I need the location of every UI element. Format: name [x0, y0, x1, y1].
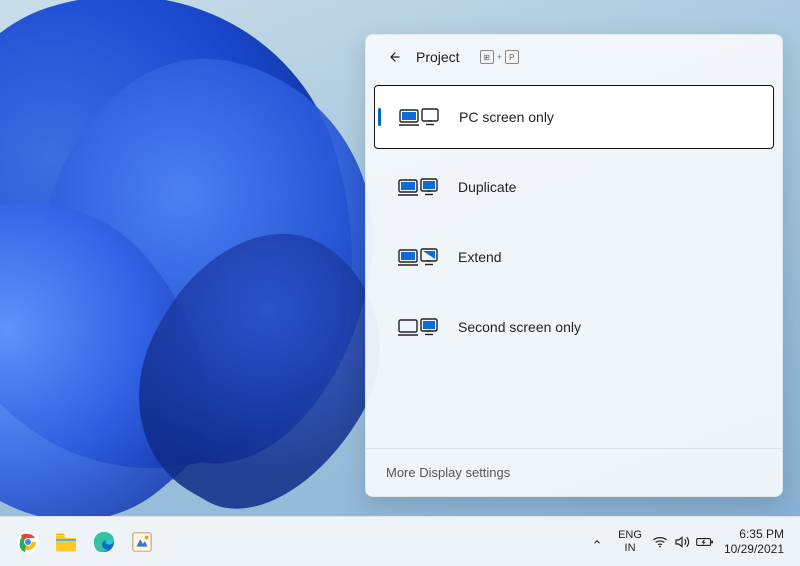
option-extend[interactable]: Extend	[374, 225, 774, 289]
keyboard-layout-code: IN	[618, 542, 642, 554]
clock-date-text: 10/29/2021	[724, 542, 784, 556]
second-only-icon	[398, 316, 438, 338]
win-key-icon: ⊞	[480, 50, 494, 64]
p-key-icon: P	[505, 50, 519, 64]
taskbar-pinned-apps	[0, 526, 158, 558]
option-pc-screen-only[interactable]: PC screen only	[374, 85, 774, 149]
battery-icon	[696, 536, 714, 548]
plus-icon: +	[497, 52, 502, 62]
wifi-icon	[652, 535, 668, 549]
option-duplicate[interactable]: Duplicate	[374, 155, 774, 219]
extend-icon	[398, 246, 438, 268]
option-second-screen-only[interactable]: Second screen only	[374, 295, 774, 359]
flyout-title: Project	[416, 49, 460, 65]
back-button[interactable]	[388, 50, 402, 64]
volume-icon	[674, 535, 690, 549]
option-label: Duplicate	[458, 179, 516, 195]
project-options-list: PC screen only Duplicate	[366, 75, 782, 369]
clock-time: 6:35 PM	[724, 527, 784, 541]
shortcut-hint: ⊞ + P	[480, 50, 519, 64]
option-label: Extend	[458, 249, 502, 265]
more-display-settings-link[interactable]: More Display settings	[366, 448, 782, 496]
tray-overflow-chevron-icon[interactable]	[586, 531, 608, 553]
duplicate-icon	[398, 176, 438, 198]
clock-date[interactable]: 6:35 PM 10/29/2021	[724, 527, 784, 556]
quick-settings-cluster[interactable]	[652, 535, 714, 549]
app-icon[interactable]	[126, 526, 158, 558]
chrome-icon[interactable]	[12, 526, 44, 558]
flyout-header: Project ⊞ + P	[366, 35, 782, 75]
taskbar-system-tray: ENG IN 6:35 PM 10/29	[586, 527, 800, 556]
language-code: ENG	[618, 529, 642, 541]
language-indicator[interactable]: ENG IN	[618, 529, 642, 553]
file-explorer-icon[interactable]	[50, 526, 82, 558]
option-label: Second screen only	[458, 319, 581, 335]
edge-icon[interactable]	[88, 526, 120, 558]
taskbar: ENG IN 6:35 PM 10/29	[0, 516, 800, 566]
project-flyout: Project ⊞ + P PC	[365, 34, 783, 497]
desktop-wallpaper: Project ⊞ + P PC	[0, 0, 800, 516]
pc-only-icon	[399, 106, 439, 128]
option-label: PC screen only	[459, 109, 554, 125]
